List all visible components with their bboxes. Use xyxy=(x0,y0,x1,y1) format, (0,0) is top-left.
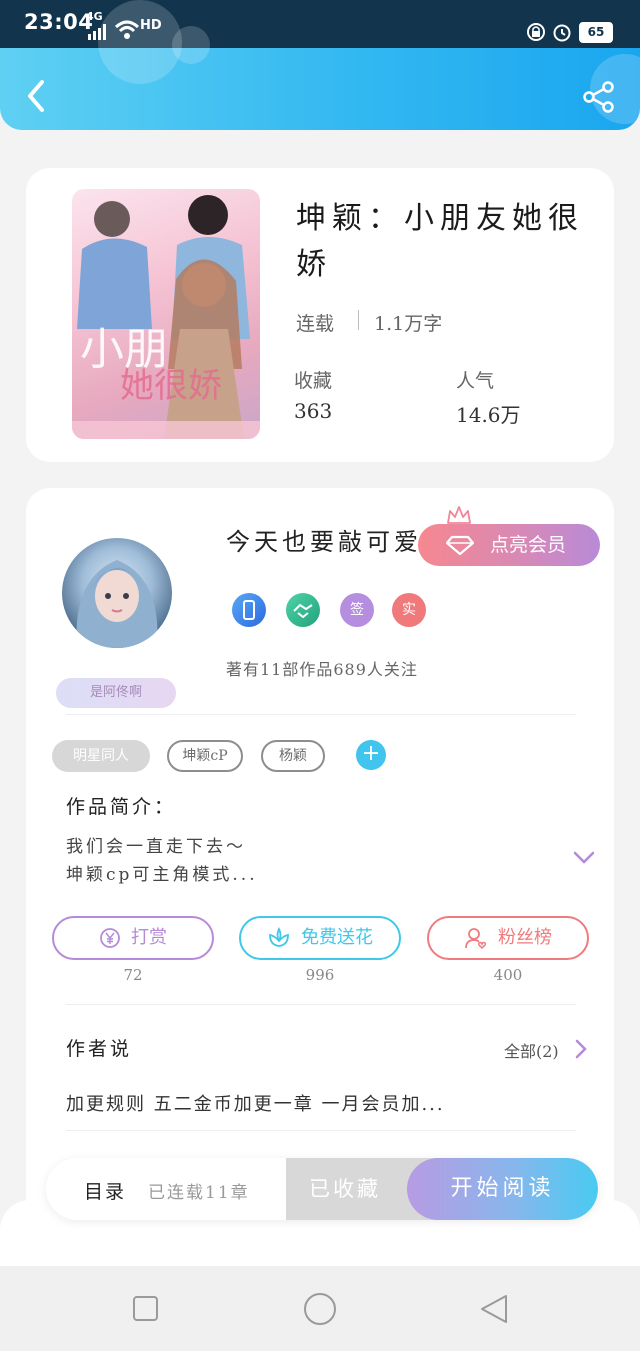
popularity-label: 人气 xyxy=(456,370,495,392)
network-label: 4G xyxy=(86,10,103,23)
vip-button-label: 点亮会员 xyxy=(490,534,567,556)
verified-badge[interactable]: 实 xyxy=(392,593,426,627)
author-stats: 著有11部作品689人关注 xyxy=(226,660,418,679)
back-nav-icon[interactable] xyxy=(478,1293,510,1325)
recent-apps-icon[interactable] xyxy=(132,1295,160,1323)
crown-icon xyxy=(447,506,471,524)
diamond-icon xyxy=(446,535,474,555)
svg-text:她很娇: 她很娇 xyxy=(120,366,222,406)
home-icon[interactable] xyxy=(302,1291,338,1327)
chevron-down-icon[interactable] xyxy=(572,850,596,866)
author-say-title: 作者说 xyxy=(66,1038,133,1060)
favorited-label: 已收藏 xyxy=(309,1177,381,1201)
header-bar: 23:04 4G HD 65 xyxy=(0,0,640,130)
toc-button[interactable]: 目录 xyxy=(84,1177,126,1204)
battery-indicator: 65 xyxy=(579,22,613,43)
tag-chip[interactable]: 坤颖cP xyxy=(167,740,243,772)
divider xyxy=(66,1130,576,1131)
fan-ranking-icon xyxy=(465,928,487,950)
system-nav-bar xyxy=(0,1266,640,1351)
send-flower-button[interactable]: 免费送花 xyxy=(239,916,401,960)
share-icon[interactable] xyxy=(582,80,616,114)
bottom-action-bar: 目录 已连载11章 已收藏 开始阅读 xyxy=(46,1158,598,1220)
intro-title: 作品简介： xyxy=(66,796,177,818)
word-count: 1.1万字 xyxy=(374,313,443,335)
yen-icon xyxy=(100,928,120,948)
tag-chip[interactable]: 杨颖 xyxy=(261,740,325,772)
send-flower-label: 免费送花 xyxy=(301,927,373,948)
status-bar: 23:04 4G HD 65 xyxy=(0,0,640,48)
add-tag-button[interactable]: + xyxy=(356,740,386,770)
author-name[interactable]: 今天也要敲可爱 xyxy=(226,522,422,557)
tag-chip[interactable]: 明星同人 xyxy=(52,740,150,772)
decor-bubble xyxy=(172,26,210,64)
chevron-left-icon[interactable] xyxy=(22,78,52,114)
alarm-icon xyxy=(553,24,571,42)
intro-line: 坤颖cp可主角模式... xyxy=(66,865,258,885)
fan-count: 400 xyxy=(493,966,523,984)
flower-count: 996 xyxy=(305,966,335,984)
reward-label: 打赏 xyxy=(131,927,167,948)
avatar[interactable] xyxy=(62,538,172,648)
handshake-badge-icon[interactable] xyxy=(286,593,320,627)
author-signature-tag: 是阿佟啊 xyxy=(56,678,176,708)
divider xyxy=(66,1004,576,1005)
decor-bubble xyxy=(98,0,182,84)
book-cover-image[interactable]: 小朋 她很娇 xyxy=(72,189,260,439)
fan-ranking-label: 粉丝榜 xyxy=(498,927,552,948)
lock-rotation-icon xyxy=(527,23,545,41)
favorites-value: 363 xyxy=(294,399,333,423)
phone-badge-icon[interactable] xyxy=(232,593,266,627)
reward-count: 72 xyxy=(123,966,143,984)
toc-status: 已连载11章 xyxy=(148,1183,250,1203)
reward-button[interactable]: 打赏 xyxy=(52,916,214,960)
status-time: 23:04 xyxy=(24,10,94,34)
vip-activate-button[interactable]: 点亮会员 xyxy=(418,524,600,566)
meta-divider xyxy=(358,310,359,330)
popularity-value: 14.6万 xyxy=(456,403,521,427)
signed-badge[interactable]: 签 xyxy=(340,593,374,627)
intro-line: 我们会一直走下去～ xyxy=(66,837,246,857)
favorites-label: 收藏 xyxy=(294,370,333,392)
chevron-right-icon[interactable] xyxy=(574,1038,588,1060)
author-say-all-link[interactable]: 全部(2) xyxy=(504,1038,559,1062)
book-title: 坤颖：小朋友她很娇 xyxy=(296,201,584,282)
flower-icon xyxy=(269,927,289,947)
fan-ranking-button[interactable]: 粉丝榜 xyxy=(427,916,589,960)
start-reading-button[interactable]: 开始阅读 xyxy=(407,1158,598,1220)
divider xyxy=(66,714,576,715)
book-status: 连载 xyxy=(296,313,335,335)
author-say-text[interactable]: 加更规则 五二金币加更一章 一月会员加... xyxy=(66,1090,445,1116)
